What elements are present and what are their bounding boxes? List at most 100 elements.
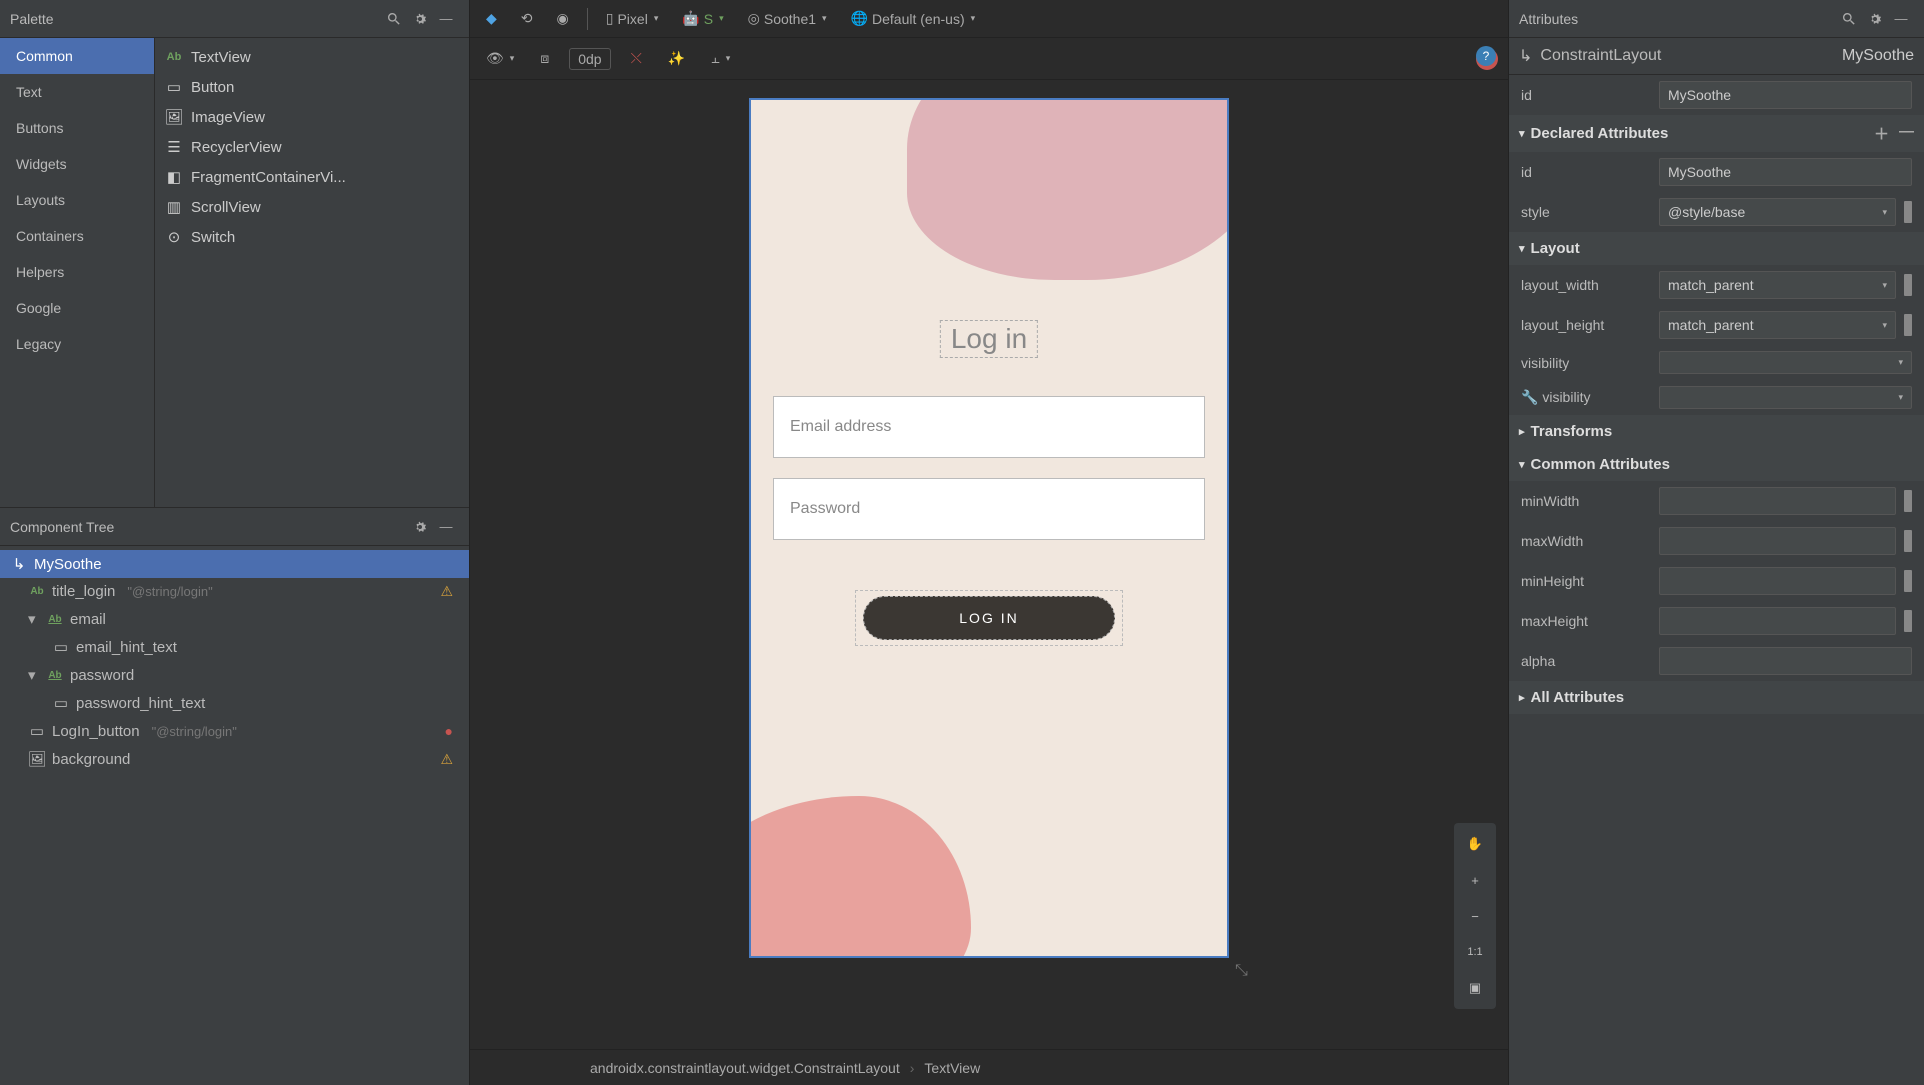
attr-value-select[interactable]: match_parent▾: [1659, 271, 1896, 299]
tree-node-email-hint[interactable]: ▭ email_hint_text: [0, 633, 469, 661]
palette-item-imageview[interactable]: 🖼ImageView: [155, 102, 469, 132]
gear-icon[interactable]: [1862, 6, 1888, 32]
zoom-fit-icon[interactable]: ▣: [1460, 973, 1490, 1003]
preview-email-field[interactable]: Email address: [773, 396, 1205, 458]
chevron-right-icon: ▸: [1519, 425, 1525, 438]
minimize-icon[interactable]: —: [433, 514, 459, 540]
palette-item-fragment[interactable]: ◧FragmentContainerVi...: [155, 162, 469, 192]
chevron-down-icon: ▾: [1519, 127, 1525, 140]
background-shape-top: [907, 98, 1229, 280]
palette-cat-legacy[interactable]: Legacy: [0, 326, 154, 362]
section-declared-attributes[interactable]: ▾ Declared Attributes ＋—: [1509, 115, 1924, 152]
section-common-attributes[interactable]: ▾ Common Attributes: [1509, 448, 1924, 481]
circle-icon[interactable]: ◉: [551, 6, 575, 31]
attr-value-select[interactable]: ▾: [1659, 386, 1912, 409]
pin-icon[interactable]: [1904, 610, 1912, 632]
palette-cat-helpers[interactable]: Helpers: [0, 254, 154, 290]
minimize-icon[interactable]: —: [1888, 6, 1914, 32]
tree-node-password-hint[interactable]: ▭ password_hint_text: [0, 689, 469, 717]
align-icon[interactable]: ⫠▾: [705, 46, 736, 71]
attr-id-input[interactable]: [1659, 81, 1912, 109]
zoom-out-icon[interactable]: −: [1460, 901, 1490, 931]
attr-value[interactable]: MySoothe: [1659, 158, 1912, 186]
attr-input[interactable]: [1659, 647, 1912, 675]
locale-selector[interactable]: 🌐 Default (en-us)▾: [845, 6, 982, 31]
remove-icon[interactable]: —: [1899, 123, 1914, 144]
search-icon[interactable]: [1836, 6, 1862, 32]
attr-input[interactable]: [1659, 527, 1896, 555]
chevron-down-icon[interactable]: ▾: [28, 666, 40, 684]
pan-tool-icon[interactable]: ✋: [1460, 829, 1490, 859]
layers-icon[interactable]: ◆: [480, 6, 503, 31]
device-selector[interactable]: ▯ Pixel▾: [600, 6, 665, 31]
tree-node-title-login[interactable]: Ab title_login "@string/login" ⚠: [0, 578, 469, 605]
palette-cat-text[interactable]: Text: [0, 74, 154, 110]
palette-cat-containers[interactable]: Containers: [0, 218, 154, 254]
attr-label: id: [1521, 87, 1651, 103]
chevron-down-icon[interactable]: ▾: [28, 610, 40, 628]
palette-item-scrollview[interactable]: ▥ScrollView: [155, 192, 469, 222]
device-preview[interactable]: Log in Email address Password LOG IN: [749, 98, 1229, 958]
attr-row: id MySoothe: [1509, 152, 1924, 192]
attributes-subheader: ↳ ConstraintLayout MySoothe: [1509, 38, 1924, 75]
section-layout[interactable]: ▾ Layout: [1509, 232, 1924, 265]
pin-icon[interactable]: [1904, 274, 1912, 296]
attr-value-select[interactable]: match_parent▾: [1659, 311, 1896, 339]
breadcrumb-item[interactable]: TextView: [924, 1060, 980, 1076]
palette-item-textview[interactable]: AbTextView: [155, 42, 469, 72]
design-canvas-area: ◆ ⟲ ◉ ▯ Pixel▾ 🤖 S▾ ◎ Soothe1▾ 🌐 Default…: [470, 0, 1508, 1085]
tree-node-email[interactable]: ▾ Ab email: [0, 605, 469, 633]
palette-cat-google[interactable]: Google: [0, 290, 154, 326]
tree-node-login-button[interactable]: ▭ LogIn_button "@string/login" ●: [0, 717, 469, 745]
section-all-attributes[interactable]: ▸ All Attributes: [1509, 681, 1924, 714]
tree-node-background[interactable]: 🖼 background ⚠: [0, 745, 469, 773]
chevron-right-icon: ›: [910, 1060, 915, 1076]
pin-icon[interactable]: [1904, 490, 1912, 512]
help-icon[interactable]: ?: [1476, 46, 1496, 66]
pin-icon[interactable]: [1904, 314, 1912, 336]
palette-cat-layouts[interactable]: Layouts: [0, 182, 154, 218]
theme-selector[interactable]: ◎ Soothe1▾: [742, 6, 833, 31]
section-transforms[interactable]: ▸ Transforms: [1509, 415, 1924, 448]
preview-title[interactable]: Log in: [940, 320, 1038, 358]
palette-item-recyclerview[interactable]: ☰RecyclerView: [155, 132, 469, 162]
attr-value-select[interactable]: ▾: [1659, 351, 1912, 374]
palette-cat-widgets[interactable]: Widgets: [0, 146, 154, 182]
zoom-1to1-icon[interactable]: 1:1: [1460, 937, 1490, 967]
scroll-icon: ▥: [165, 198, 183, 216]
tree-node-root[interactable]: ↳ MySoothe: [0, 550, 469, 578]
attributes-title: Attributes: [1519, 11, 1836, 27]
pin-icon[interactable]: [1904, 201, 1912, 223]
palette-cat-buttons[interactable]: Buttons: [0, 110, 154, 146]
margin-value[interactable]: 0dp: [569, 48, 610, 70]
add-icon[interactable]: ＋: [1874, 123, 1889, 144]
magnet-icon[interactable]: ⧈: [534, 46, 555, 71]
eye-icon[interactable]: 👁▾: [480, 46, 520, 71]
attr-input[interactable]: [1659, 607, 1896, 635]
gear-icon[interactable]: [407, 514, 433, 540]
palette-item-switch[interactable]: ⊙Switch: [155, 222, 469, 252]
preview-password-field[interactable]: Password: [773, 478, 1205, 540]
zoom-in-icon[interactable]: +: [1460, 865, 1490, 895]
text-icon: Ab: [165, 48, 183, 66]
search-icon[interactable]: [381, 6, 407, 32]
infer-constraints-icon[interactable]: ✨: [662, 46, 691, 71]
design-canvas[interactable]: Log in Email address Password LOG IN ⤡ ✋…: [470, 80, 1508, 1049]
attr-input[interactable]: [1659, 487, 1896, 515]
gear-icon[interactable]: [407, 6, 433, 32]
api-selector[interactable]: 🤖 S▾: [676, 6, 729, 31]
tree-node-password[interactable]: ▾ Ab password: [0, 661, 469, 689]
breadcrumb-item[interactable]: androidx.constraintlayout.widget.Constra…: [590, 1060, 900, 1076]
pin-icon[interactable]: [1904, 530, 1912, 552]
clear-constraints-icon[interactable]: ⤬: [625, 46, 648, 71]
rotate-icon[interactable]: ⟲: [515, 6, 539, 31]
attr-input[interactable]: [1659, 567, 1896, 595]
attr-value-select[interactable]: @style/base▾: [1659, 198, 1896, 226]
preview-login-button[interactable]: LOG IN: [863, 596, 1115, 640]
pin-icon[interactable]: [1904, 570, 1912, 592]
minimize-icon[interactable]: —: [433, 6, 459, 32]
image-icon: 🖼: [28, 750, 46, 768]
palette-item-button[interactable]: ▭Button: [155, 72, 469, 102]
palette-cat-common[interactable]: Common: [0, 38, 154, 74]
attr-row: style @style/base▾: [1509, 192, 1924, 232]
